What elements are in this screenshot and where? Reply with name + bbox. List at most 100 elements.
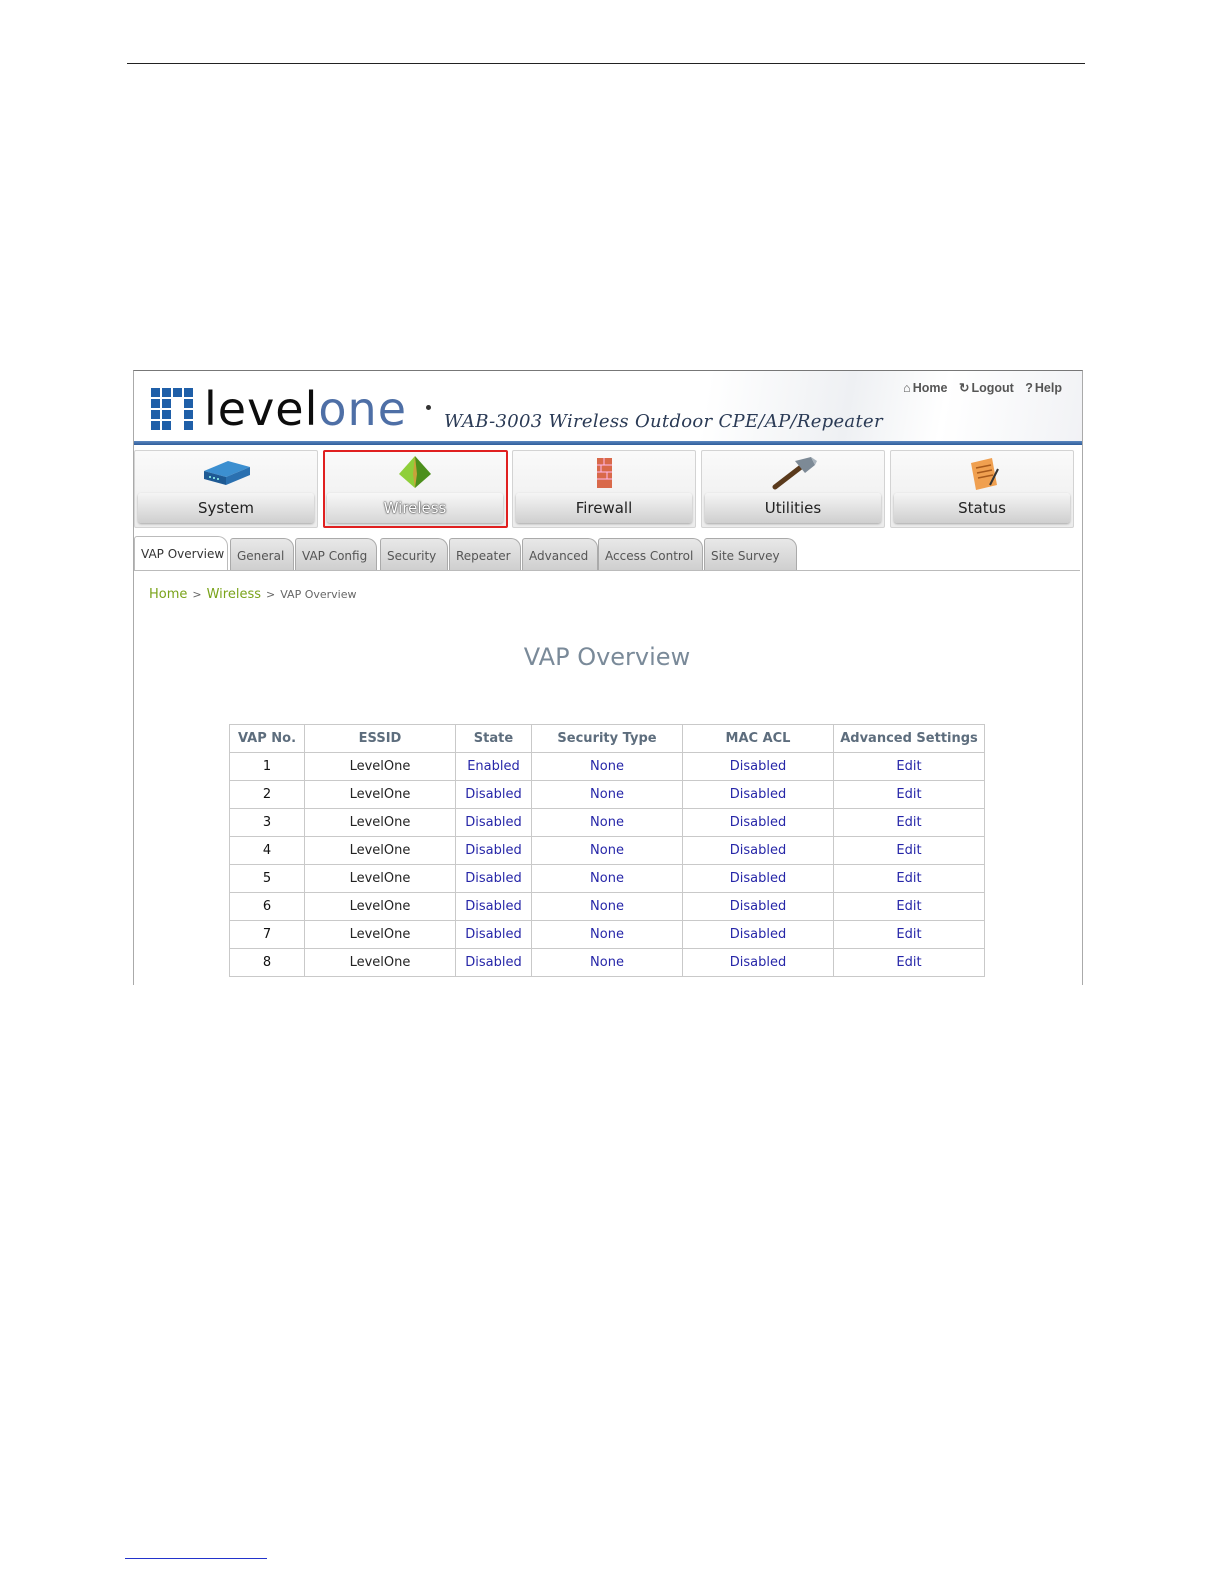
nav-status-button[interactable]: Status [890,450,1074,528]
edit-link[interactable]: Edit [833,948,985,977]
essid-cell: LevelOne [304,752,456,781]
nav-system-button[interactable]: System [134,450,318,528]
state-link[interactable]: Disabled [455,864,532,893]
security-type-link[interactable]: None [531,948,683,977]
logout-link[interactable]: ↻ Logout [959,381,1014,395]
nav-utilities-label: Utilities [705,493,881,523]
header-essid: ESSID [304,724,456,753]
vap-number-cell: 2 [229,780,305,809]
levelone-logo-icon [151,388,193,430]
header-mac-acl: MAC ACL [682,724,834,753]
essid-cell: LevelOne [304,920,456,949]
mac-acl-link[interactable]: Disabled [682,780,834,809]
breadcrumb-separator: > [266,588,276,601]
nav-system-label: System [138,493,314,523]
edit-link[interactable]: Edit [833,864,985,893]
vap-number-cell: 3 [229,808,305,837]
state-link[interactable]: Disabled [455,920,532,949]
antenna-icon [399,456,431,488]
mac-acl-link[interactable]: Disabled [682,892,834,921]
tab-advanced[interactable]: Advanced [522,538,598,570]
product-title: WAB-3003 Wireless Outdoor CPE/AP/Repeate… [444,411,883,432]
essid-cell: LevelOne [304,948,456,977]
breadcrumb-home-link[interactable]: Home [149,587,187,602]
state-link[interactable]: Disabled [455,808,532,837]
security-type-link[interactable]: None [531,836,683,865]
table-row: 1 LevelOne Enabled None Disabled Edit [229,752,985,781]
mac-acl-link[interactable]: Disabled [682,864,834,893]
vap-number-cell: 8 [229,948,305,977]
state-link[interactable]: Enabled [455,752,532,781]
table-header-row: VAP No. ESSID State Security Type MAC AC… [229,724,985,753]
edit-link[interactable]: Edit [833,780,985,809]
table-row: 6 LevelOne Disabled None Disabled Edit [229,892,985,921]
security-type-link[interactable]: None [531,808,683,837]
vap-number-cell: 7 [229,920,305,949]
security-type-link[interactable]: None [531,752,683,781]
security-type-link[interactable]: None [531,864,683,893]
state-link[interactable]: Disabled [455,780,532,809]
nav-firewall-label: Firewall [516,493,692,523]
header-security-type: Security Type [531,724,683,753]
router-admin-screenshot: levelone WAB-3003 Wireless Outdoor CPE/A… [133,370,1083,985]
table-row: 5 LevelOne Disabled None Disabled Edit [229,864,985,893]
essid-cell: LevelOne [304,892,456,921]
mac-acl-link[interactable]: Disabled [682,948,834,977]
state-link[interactable]: Disabled [455,948,532,977]
edit-link[interactable]: Edit [833,752,985,781]
table-row: 7 LevelOne Disabled None Disabled Edit [229,920,985,949]
nav-firewall-button[interactable]: Firewall [512,450,696,528]
tab-access-control[interactable]: Access Control [598,538,703,570]
logo-text-one: one [318,382,407,436]
logout-link-label: Logout [971,381,1014,395]
top-links: ⌂ Home ↻ Logout ? Help [895,380,1062,395]
notepad-icon [971,458,999,490]
hammer-icon [772,457,817,490]
header-advanced-settings: Advanced Settings [833,724,985,753]
edit-link[interactable]: Edit [833,836,985,865]
logo-trademark-dot [426,405,431,410]
home-link[interactable]: ⌂ Home [903,381,947,395]
subtab-bar: VAP Overview General VAP Config Security… [134,535,1082,572]
table-row: 2 LevelOne Disabled None Disabled Edit [229,780,985,809]
edit-link[interactable]: Edit [833,892,985,921]
mac-acl-link[interactable]: Disabled [682,808,834,837]
tab-repeater[interactable]: Repeater [449,538,521,570]
table-row: 4 LevelOne Disabled None Disabled Edit [229,836,985,865]
tab-security[interactable]: Security [380,538,448,570]
edit-link[interactable]: Edit [833,920,985,949]
table-row: 8 LevelOne Disabled None Disabled Edit [229,948,985,977]
tab-vap-overview[interactable]: VAP Overview [134,536,228,572]
breadcrumb-wireless-link[interactable]: Wireless [207,587,261,602]
table-row: 3 LevelOne Disabled None Disabled Edit [229,808,985,837]
security-type-link[interactable]: None [531,780,683,809]
router-icon [204,461,250,485]
state-link[interactable]: Disabled [455,836,532,865]
nav-wireless-button[interactable]: Wireless [323,450,507,528]
state-link[interactable]: Disabled [455,892,532,921]
vap-number-cell: 5 [229,864,305,893]
nav-utilities-button[interactable]: Utilities [701,450,885,528]
security-type-link[interactable]: None [531,920,683,949]
mac-acl-link[interactable]: Disabled [682,920,834,949]
logo-text-level: level [204,382,319,436]
breadcrumb-current: VAP Overview [280,588,357,601]
help-link[interactable]: ? Help [1025,381,1062,395]
header-state: State [455,724,532,753]
tab-vap-config[interactable]: VAP Config [295,538,377,570]
edit-link[interactable]: Edit [833,808,985,837]
main-nav: System Wireless Firewall Utilities Statu… [134,450,1082,530]
mac-acl-link[interactable]: Disabled [682,836,834,865]
nav-status-label: Status [894,493,1070,523]
home-link-label: Home [912,381,948,395]
tab-site-survey[interactable]: Site Survey [704,538,797,570]
mac-acl-link[interactable]: Disabled [682,752,834,781]
essid-cell: LevelOne [304,808,456,837]
header: levelone WAB-3003 Wireless Outdoor CPE/A… [134,371,1082,443]
vap-number-cell: 6 [229,892,305,921]
header-vap-no: VAP No. [229,724,305,753]
tab-general[interactable]: General [230,538,294,570]
security-type-link[interactable]: None [531,892,683,921]
levelone-wordmark: levelone [204,385,407,433]
vap-number-cell: 4 [229,836,305,865]
